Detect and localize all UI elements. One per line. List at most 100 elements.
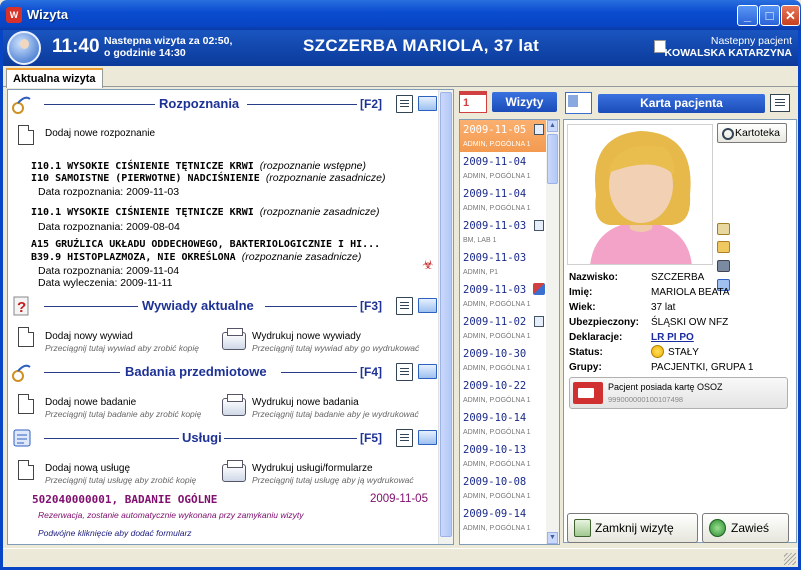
- surname-value: SZCZERBA: [651, 272, 705, 283]
- diagnosis-line[interactable]: I10.1 WYSOKIE CIŚNIENIE TĘTNICZE KRWI (r…: [31, 160, 366, 172]
- left-panel-scrollbar[interactable]: [438, 90, 453, 544]
- next-patient-info[interactable]: Nastepny pacjent KOWALSKA KATARZYNA: [664, 35, 792, 59]
- fkey-f3: [F3]: [360, 299, 382, 313]
- suspend-icon: [709, 519, 726, 537]
- declarations-label: Deklaracje:: [569, 332, 623, 343]
- examinations-window-button[interactable]: [418, 364, 437, 379]
- next-patient-name: KOWALSKA KATARZYNA: [664, 47, 792, 59]
- patient-photo[interactable]: [567, 124, 713, 265]
- printer-icon[interactable]: [222, 328, 246, 350]
- printer-icon[interactable]: [222, 460, 246, 482]
- visit-item[interactable]: 2009-09-14 ADMIN, P.OGÓLNA 1: [460, 504, 546, 536]
- diagnosis-date: Data rozpoznania: 2009-11-04: [38, 265, 180, 277]
- diagnosis-line[interactable]: A15 GRUŹLICA UKŁADU ODDECHOWEGO, BAKTERI…: [31, 239, 380, 250]
- clipboard-icon[interactable]: [717, 223, 730, 235]
- maximize-button[interactable]: □: [759, 5, 780, 26]
- section-title-interviews: Wywiady aktualne: [142, 298, 254, 313]
- calendar-icon[interactable]: 1: [459, 91, 487, 113]
- visit-item[interactable]: 2009-11-03 BM, LAB 1: [460, 216, 546, 248]
- patient-card-list-button[interactable]: [770, 94, 790, 112]
- groups-label: Grupy:: [569, 362, 602, 373]
- close-visit-button[interactable]: Zamknij wizytę: [567, 513, 698, 543]
- service-reservation-note: Rezerwacja, zostanie automatycznie wykon…: [38, 510, 304, 520]
- section-rule: [44, 306, 138, 307]
- diagnoses-window-button[interactable]: [418, 96, 437, 111]
- interviews-window-button[interactable]: [418, 298, 437, 313]
- tab-current-visit[interactable]: Aktualna wizyta: [6, 68, 103, 88]
- resize-grip[interactable]: [784, 553, 796, 565]
- diagnosis-line[interactable]: I10.1 WYSOKIE CIŚNIENIE TĘTNICZE KRWI (r…: [31, 206, 379, 218]
- doctor-avatar[interactable]: [7, 31, 41, 65]
- services-window-button[interactable]: [418, 430, 437, 445]
- osoz-card-info[interactable]: Pacjent posiada kartę OSOZ 9990000001001…: [569, 377, 788, 409]
- service-date: 2009-11-05: [370, 493, 428, 505]
- patient-card-box: Kartoteka Nazwisko: SZCZERBA Imię: MARIO…: [563, 119, 797, 543]
- groups-value: PACJENTKI, GRUPA 1: [651, 362, 754, 373]
- scroll-thumb[interactable]: [547, 134, 558, 184]
- services-icon: [13, 429, 31, 447]
- diagnosis-line[interactable]: I10 SAMOISTNE (PIERWOTNE) NADCIŚNIENIE (…: [31, 172, 385, 184]
- folder-icon[interactable]: [717, 241, 730, 253]
- interviews-list-button[interactable]: [396, 297, 413, 315]
- print-services-hint: Przeciągnij tutaj usługę aby ją wydrukow…: [252, 475, 414, 485]
- section-title-examinations: Badania przedmiotowe: [125, 364, 267, 379]
- printer-icon[interactable]: [222, 394, 246, 416]
- section-rule: [224, 438, 357, 439]
- patient-card-panel: Karta pacjenta Kartoteka Nazwisko: SZCZE…: [563, 89, 797, 545]
- visit-item[interactable]: 2009-10-13 ADMIN, P.OGÓLNA 1: [460, 440, 546, 472]
- surname-label: Nazwisko:: [569, 272, 618, 283]
- scroll-thumb[interactable]: [440, 92, 452, 537]
- section-title-services: Usługi: [182, 430, 222, 445]
- visit-item[interactable]: 2009-10-22 ADMIN, P.OGÓLNA 1: [460, 376, 546, 408]
- visit-item[interactable]: 2009-11-03 ADMIN, P.OGÓLNA 1: [460, 280, 546, 312]
- visit-item[interactable]: 2009-10-14 ADMIN, P.OGÓLNA 1: [460, 408, 546, 440]
- close-button[interactable]: ✕: [781, 5, 800, 26]
- visit-item[interactable]: 2009-11-04 ADMIN, P.OGÓLNA 1: [460, 184, 546, 216]
- print-examinations-link[interactable]: Wydrukuj nowe badania: [252, 397, 359, 408]
- patient-card-header[interactable]: Karta pacjenta: [598, 94, 765, 113]
- kartoteka-button[interactable]: Kartoteka: [717, 123, 787, 143]
- visit-item[interactable]: 2009-11-03 ADMIN, P1: [460, 248, 546, 280]
- add-service-link[interactable]: Dodaj nową usługę: [45, 463, 130, 474]
- add-examination-hint: Przeciągnij tutaj badanie aby zrobić kop…: [45, 409, 202, 419]
- camera-icon[interactable]: [717, 260, 730, 272]
- title-bar: W Wizyta _ □ ✕: [0, 0, 801, 30]
- patient-card-icon[interactable]: [565, 92, 592, 114]
- section-rule: [44, 438, 179, 439]
- print-interviews-link[interactable]: Wydrukuj nowe wywiady: [252, 331, 361, 342]
- declarations-value[interactable]: LR PI PO: [651, 332, 694, 343]
- current-time: 11:40: [52, 36, 100, 57]
- section-header-diagnoses: Rozpoznania [F2]: [8, 93, 440, 117]
- scroll-down-icon[interactable]: ▼: [547, 532, 558, 544]
- biohazard-icon: ☣: [422, 257, 434, 272]
- scroll-up-icon[interactable]: ▲: [547, 120, 558, 132]
- minimize-button[interactable]: _: [737, 5, 758, 26]
- section-rule: [44, 104, 155, 105]
- document-icon[interactable]: [18, 460, 34, 480]
- filter-icon: [534, 220, 544, 231]
- add-examination-link[interactable]: Dodaj nowe badanie: [45, 397, 136, 408]
- cure-date: Data wyleczenia: 2009-11-11: [38, 277, 173, 289]
- visit-item[interactable]: 2009-11-02 ADMIN, P.OGÓLNA 1: [460, 312, 546, 344]
- diagnoses-list-button[interactable]: [396, 95, 413, 113]
- smiley-icon: [651, 345, 664, 358]
- service-entry[interactable]: 502040000001, BADANIE OGÓLNE: [32, 493, 217, 506]
- next-visit-info: Nastepna wizyta za 02:50, o godzinie 14:…: [104, 35, 232, 59]
- visit-item[interactable]: 2009-11-04 ADMIN, P.OGÓLNA 1: [460, 152, 546, 184]
- add-diagnosis-link[interactable]: Dodaj nowe rozpoznanie: [45, 128, 155, 139]
- visit-item[interactable]: 2009-10-30 ADMIN, P.OGÓLNA 1: [460, 344, 546, 376]
- diagnosis-line[interactable]: B39.9 HISTOPLAZMOZA, NIE OKREŚLONA (rozp…: [31, 251, 361, 263]
- visits-scrollbar[interactable]: ▲ ▼: [546, 120, 559, 544]
- document-icon[interactable]: [18, 394, 34, 414]
- suspend-visit-button[interactable]: Zawieś: [702, 513, 789, 543]
- visits-header[interactable]: Wizyty: [492, 92, 557, 112]
- document-icon[interactable]: [18, 327, 34, 347]
- stethoscope-icon: [12, 364, 31, 382]
- services-list-button[interactable]: [396, 429, 413, 447]
- visit-item[interactable]: 2009-11-05 ADMIN, P.OGÓLNA 1: [460, 120, 546, 152]
- examinations-list-button[interactable]: [396, 363, 413, 381]
- print-services-link[interactable]: Wydrukuj usługi/formularze: [252, 463, 373, 474]
- add-interview-link[interactable]: Dodaj nowy wywiad: [45, 331, 133, 342]
- visit-item[interactable]: 2009-10-08 ADMIN, P.OGÓLNA 1: [460, 472, 546, 504]
- document-icon[interactable]: [18, 125, 34, 145]
